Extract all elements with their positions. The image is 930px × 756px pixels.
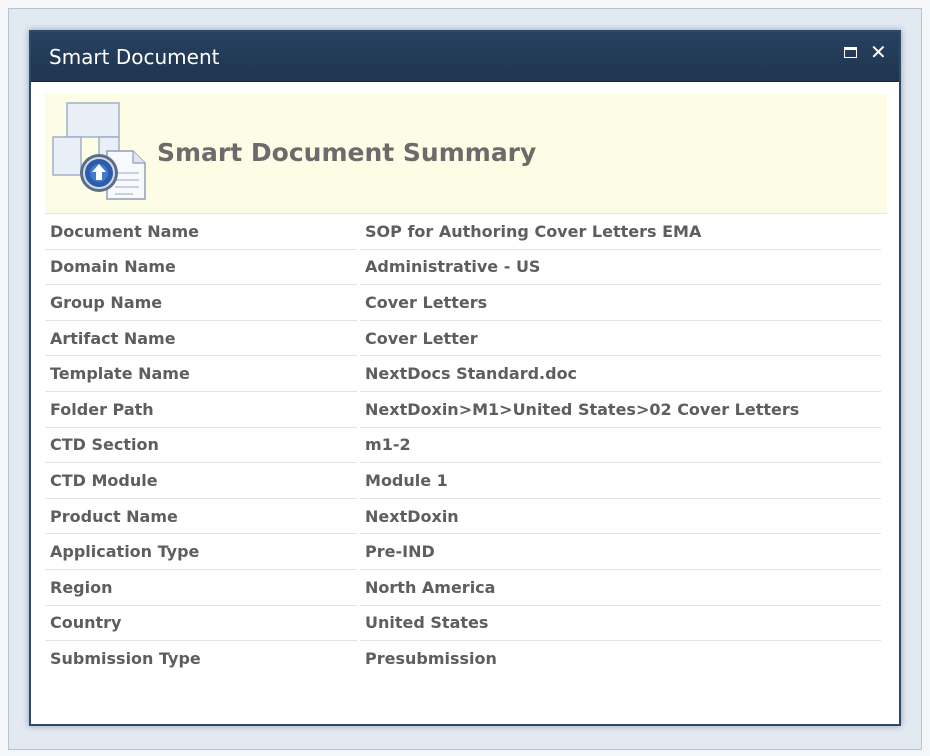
dialog-title: Smart Document — [49, 45, 220, 69]
field-label: CTD Section — [45, 426, 358, 463]
field-value: Administrative - US — [360, 248, 881, 285]
field-value: NextDocs Standard.doc — [360, 355, 881, 391]
field-label: Domain Name — [45, 248, 358, 285]
field-value: m1-2 — [360, 426, 881, 463]
close-button[interactable]: ✕ — [869, 40, 887, 64]
field-label: Country — [45, 604, 358, 641]
close-icon: ✕ — [870, 40, 887, 64]
field-value: Pre-IND — [360, 533, 881, 569]
field-value: Presubmission — [360, 640, 881, 676]
dialog-titlebar: Smart Document ✕ — [31, 32, 899, 82]
maximize-icon — [844, 47, 857, 58]
table-row: CTD Section m1-2 — [45, 426, 881, 463]
field-value: United States — [360, 604, 881, 641]
field-label: Artifact Name — [45, 319, 358, 356]
smart-document-dialog: Smart Document ✕ Smart Document Summary … — [29, 30, 901, 726]
table-row: Document Name SOP for Authoring Cover Let… — [45, 213, 881, 249]
field-label: Product Name — [45, 497, 358, 534]
field-label: CTD Module — [45, 462, 358, 498]
field-value: Cover Letters — [360, 284, 881, 320]
table-row: Region North America — [45, 568, 881, 605]
table-row: Product Name NextDoxin — [45, 497, 881, 534]
field-value: SOP for Authoring Cover Letters EMA — [360, 213, 881, 249]
field-value: NextDoxin — [360, 497, 881, 534]
field-label: Application Type — [45, 533, 358, 569]
field-value: Cover Letter — [360, 319, 881, 356]
summary-details-table: Document Name SOP for Authoring Cover Let… — [42, 213, 884, 676]
table-row: Group Name Cover Letters — [45, 284, 881, 320]
field-label: Document Name — [45, 213, 358, 249]
maximize-button[interactable] — [841, 44, 859, 62]
field-label: Submission Type — [45, 640, 358, 676]
smart-document-icon — [52, 102, 146, 200]
table-row: Template Name NextDocs Standard.doc — [45, 355, 881, 391]
table-row: Artifact Name Cover Letter — [45, 319, 881, 356]
summary-title: Smart Document Summary — [157, 138, 537, 167]
field-label: Template Name — [45, 355, 358, 391]
summary-header: Smart Document Summary — [45, 94, 887, 214]
field-value: Module 1 — [360, 462, 881, 498]
table-row: CTD Module Module 1 — [45, 462, 881, 498]
field-value: North America — [360, 568, 881, 605]
field-label: Group Name — [45, 284, 358, 320]
table-row: Application Type Pre-IND — [45, 533, 881, 569]
table-row: Country United States — [45, 604, 881, 641]
field-label: Region — [45, 568, 358, 605]
table-row: Domain Name Administrative - US — [45, 248, 881, 285]
dialog-content: Smart Document Summary Document Name SOP … — [45, 94, 887, 676]
field-value: NextDoxin>M1>United States>02 Cover Lett… — [360, 390, 881, 427]
field-label: Folder Path — [45, 390, 358, 427]
table-row: Folder Path NextDoxin>M1>United States>02… — [45, 390, 881, 427]
table-row: Submission Type Presubmission — [45, 640, 881, 676]
